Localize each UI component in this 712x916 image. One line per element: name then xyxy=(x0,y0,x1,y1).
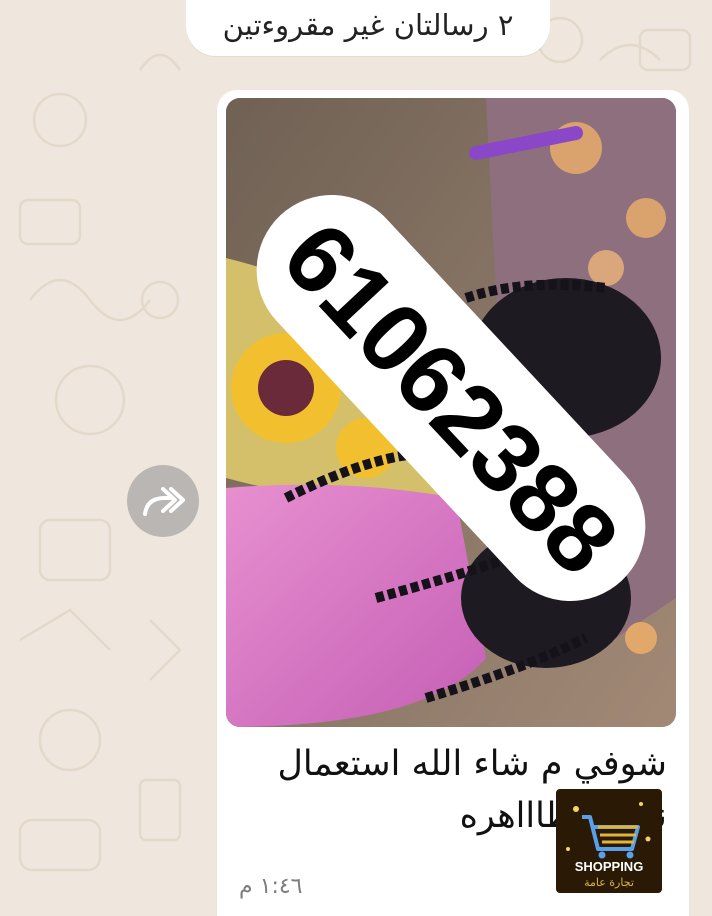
forward-button[interactable] xyxy=(127,465,199,537)
shopping-sticker[interactable]: SHOPPING تجارة عامة xyxy=(556,789,662,893)
shopping-cart-icon: SHOPPING تجارة عامة xyxy=(556,789,662,893)
message-photo[interactable]: 61062388 xyxy=(226,98,676,727)
message-bubble[interactable]: 61062388 شوفي م شاء الله استعمال نعومه ظ… xyxy=(217,90,689,916)
forward-icon xyxy=(143,487,185,516)
sticker-title: SHOPPING xyxy=(575,859,644,874)
unread-messages-banner: ٢ رسالتان غير مقروءتين xyxy=(186,0,550,56)
sticker-subtitle: تجارة عامة xyxy=(584,876,634,889)
message-timestamp: ١:٤٦ م xyxy=(239,874,303,899)
unread-messages-text: ٢ رسالتان غير مقروءتين xyxy=(222,8,514,42)
photo-content: 61062388 xyxy=(226,98,676,727)
